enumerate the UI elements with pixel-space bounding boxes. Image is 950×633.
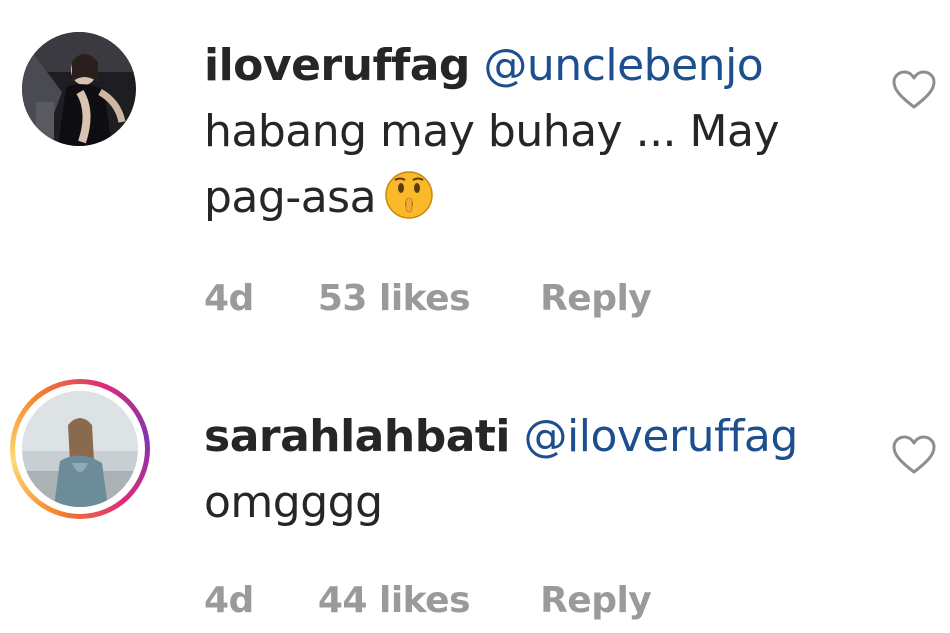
- comment-body: iloveruffag @unclebenjo habang may buhay…: [204, 33, 844, 231]
- comment-text: omgggg: [204, 477, 383, 528]
- comment-time[interactable]: 4d: [204, 278, 254, 319]
- avatar[interactable]: [22, 391, 138, 507]
- comment-time[interactable]: 4d: [204, 580, 254, 621]
- heart-icon[interactable]: [891, 435, 937, 475]
- comment-body: sarahlahbati @iloveruffag omgggg: [204, 404, 844, 536]
- comment-item: iloveruffag @unclebenjo habang may buhay…: [0, 0, 950, 340]
- reply-button[interactable]: Reply: [540, 278, 652, 319]
- comment-mention[interactable]: @iloveruffag: [524, 411, 799, 462]
- avatar-photo: [22, 32, 136, 146]
- comment-meta: 4d 44 likes Reply: [204, 580, 652, 621]
- avatar-photo: [22, 391, 138, 507]
- comment-username[interactable]: sarahlahbati: [204, 411, 511, 462]
- comment-item: sarahlahbati @iloveruffag omgggg 4d 44 l…: [0, 340, 950, 633]
- comment-meta: 4d 53 likes Reply: [204, 278, 652, 319]
- heart-icon[interactable]: [891, 70, 937, 110]
- comment-mention[interactable]: @unclebenjo: [483, 40, 763, 91]
- comment-text: habang may buhay ... May pag-asa: [204, 106, 780, 223]
- comment-likes[interactable]: 53 likes: [318, 278, 471, 319]
- reply-button[interactable]: Reply: [540, 580, 652, 621]
- avatar[interactable]: [22, 32, 136, 146]
- comment-likes[interactable]: 44 likes: [318, 580, 471, 621]
- hushed-face-emoji-icon: [385, 171, 433, 219]
- comment-username[interactable]: iloveruffag: [204, 40, 470, 91]
